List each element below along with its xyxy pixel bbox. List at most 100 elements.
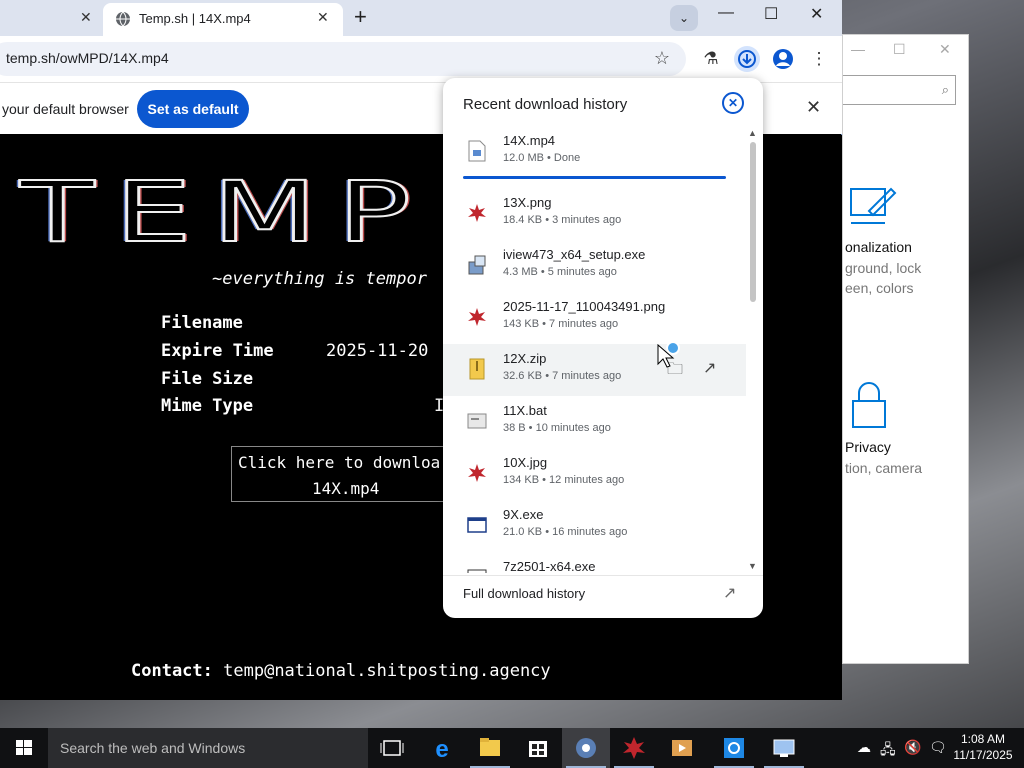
download-item[interactable]: 2025-11-17_110043491.png 143 KB • 7 minu… [443, 292, 746, 344]
download-item[interactable]: 7z2501-x64.exe [443, 552, 746, 573]
scroll-up-icon[interactable]: ▲ [748, 128, 757, 138]
action-center-icon[interactable]: 🗨 [929, 739, 947, 756]
address-bar[interactable]: temp.sh/owMPD/14X.mp4 ☆ [0, 42, 686, 76]
settings-search-input[interactable]: ⌕ [843, 75, 956, 105]
full-download-history-link[interactable]: Full download history ↗ [443, 575, 763, 618]
scroll-down-icon[interactable]: ▼ [748, 561, 757, 571]
expire-time-label: Expire Time [161, 341, 274, 361]
download-item[interactable]: 11X.bat 38 B • 10 minutes ago [443, 396, 746, 448]
personalization-title[interactable]: onalization [845, 239, 912, 255]
download-item-meta: 134 KB • 12 minutes ago [503, 474, 625, 486]
open-external-icon: ↗ [723, 585, 737, 602]
open-external-icon[interactable]: ↗ [703, 358, 716, 378]
new-tab-button[interactable]: + [354, 4, 367, 30]
download-item-name: 13X.png [503, 195, 552, 210]
volume-muted-icon[interactable]: 🔇 [904, 739, 921, 756]
download-item-meta: 4.3 MB • 5 minutes ago [503, 266, 617, 278]
search-icon: ⌕ [941, 82, 949, 97]
file-explorer-icon[interactable] [466, 728, 514, 768]
tab-search-button[interactable]: ⌄ [670, 5, 698, 31]
download-item-name: 11X.bat [503, 403, 547, 418]
download-filename[interactable]: 14X.mp4 [312, 479, 379, 498]
site-logo: TEMP [19, 162, 432, 262]
close-tab-icon[interactable]: ✕ [317, 9, 329, 26]
maximize-icon[interactable]: ☐ [893, 41, 906, 58]
bookmark-star-icon[interactable]: ☆ [654, 48, 670, 69]
image-viewer-icon[interactable] [610, 728, 658, 768]
task-view-icon[interactable] [368, 728, 416, 768]
settings-titlebar: — ☐ ✕ [843, 35, 968, 63]
taskbar-search-input[interactable]: Search the web and Windows [48, 728, 368, 768]
download-item[interactable]: 14X.mp4 12.0 MB • Done [443, 126, 746, 179]
full-download-history-label: Full download history [463, 586, 586, 601]
store-icon[interactable] [514, 728, 562, 768]
network-icon[interactable]: 🖧 [880, 739, 896, 763]
privacy-subtitle: tion, camera [845, 460, 923, 476]
profile-avatar-icon[interactable] [770, 46, 796, 72]
chrome-taskbar-icon[interactable] [562, 728, 610, 768]
download-progress-bar [463, 176, 726, 179]
download-item-meta: 12.0 MB • Done [503, 152, 581, 164]
settings-gear-icon[interactable] [710, 728, 758, 768]
download-item-name: 7z2501-x64.exe [503, 559, 596, 573]
url-text[interactable]: temp.sh/owMPD/14X.mp4 [6, 50, 169, 66]
download-item-name: iview473_x64_setup.exe [503, 247, 646, 262]
expire-time-value: 2025-11-20 [326, 341, 429, 361]
svg-text:e: e [435, 736, 448, 763]
download-item[interactable]: 10X.jpg 134 KB • 12 minutes ago [443, 448, 746, 500]
tab-active[interactable]: Temp.sh | 14X.mp4 ✕ [103, 3, 343, 36]
taskbar-search-placeholder: Search the web and Windows [60, 740, 246, 756]
edge-icon[interactable]: e [418, 728, 466, 768]
zip-file-icon [469, 358, 485, 380]
tab-previous[interactable]: ✕ [0, 0, 100, 36]
remote-desktop-icon[interactable] [760, 728, 808, 768]
download-item[interactable]: iview473_x64_setup.exe 4.3 MB • 5 minute… [443, 240, 746, 292]
personalization-subtitle: ground, lock [845, 260, 922, 276]
contact-line: Contact: temp@national.shitposting.agenc… [131, 661, 551, 681]
download-item-name: 9X.exe [503, 507, 544, 522]
menu-kebab-icon[interactable]: ⋮ [806, 46, 832, 72]
download-item[interactable]: 12X.zip 32.6 KB • 7 minutes ago 🗀 ↗ [443, 344, 746, 396]
infobar-message: your default browser [2, 101, 129, 117]
browser-toolbar: temp.sh/owMPD/14X.mp4 ☆ ⚗ ⋮ [0, 36, 842, 82]
labs-flask-icon[interactable]: ⚗ [698, 46, 724, 72]
image-file-icon [468, 308, 486, 326]
close-icon[interactable]: ✕ [939, 41, 951, 58]
start-button[interactable] [0, 728, 48, 768]
download-item-meta: 21.0 KB • 16 minutes ago [503, 526, 628, 538]
clock-date: 11/17/2025 [953, 748, 1013, 762]
mime-type-label: Mime Type [161, 396, 254, 416]
close-window-button[interactable]: ✕ [810, 4, 823, 24]
lock-icon [849, 379, 889, 436]
scrollbar-thumb[interactable] [750, 142, 756, 302]
download-icon[interactable] [734, 46, 760, 72]
privacy-title[interactable]: Privacy [845, 439, 891, 455]
minimize-icon[interactable]: — [851, 41, 865, 57]
download-list-scrollbar[interactable]: ▲ ▼ [746, 126, 760, 573]
download-list: 14X.mp4 12.0 MB • Done 13X.png 18.4 KB •… [443, 126, 746, 573]
mouse-cursor-icon [657, 341, 680, 368]
clock[interactable]: 1:08 AM 11/17/2025 [948, 731, 1018, 763]
close-icon[interactable]: ✕ [722, 92, 744, 114]
download-item-meta: 18.4 KB • 3 minutes ago [503, 214, 622, 226]
set-as-default-button[interactable]: Set as default [137, 90, 249, 128]
close-tab-icon[interactable]: ✕ [80, 9, 92, 26]
minimize-button[interactable]: — [718, 4, 734, 22]
download-item-meta: 143 KB • 7 minutes ago [503, 318, 619, 330]
download-item[interactable]: 9X.exe 21.0 KB • 16 minutes ago [443, 500, 746, 552]
exe-file-icon [467, 569, 487, 573]
contact-email[interactable]: temp@national.shitposting.agency [223, 661, 551, 681]
onedrive-icon[interactable]: ☁ [857, 739, 871, 756]
taskbar: Search the web and Windows e ☁ 🖧 🔇 🗨 1:0… [0, 728, 1024, 768]
download-item[interactable]: 13X.png 18.4 KB • 3 minutes ago [443, 188, 746, 240]
download-item-name: 12X.zip [503, 351, 547, 366]
image-file-icon [468, 204, 486, 222]
tab-strip: ✕ Temp.sh | 14X.mp4 ✕ + ⌄ — ☐ ✕ [0, 0, 842, 36]
media-player-icon[interactable] [658, 728, 706, 768]
infobar-close-icon[interactable]: ✕ [806, 97, 821, 118]
maximize-button[interactable]: ☐ [764, 4, 778, 24]
filename-label: Filename [161, 313, 243, 333]
download-item-name: 10X.jpg [503, 455, 548, 470]
download-link-text[interactable]: Click here to downloa [238, 453, 440, 472]
windows-logo-icon [16, 740, 32, 755]
